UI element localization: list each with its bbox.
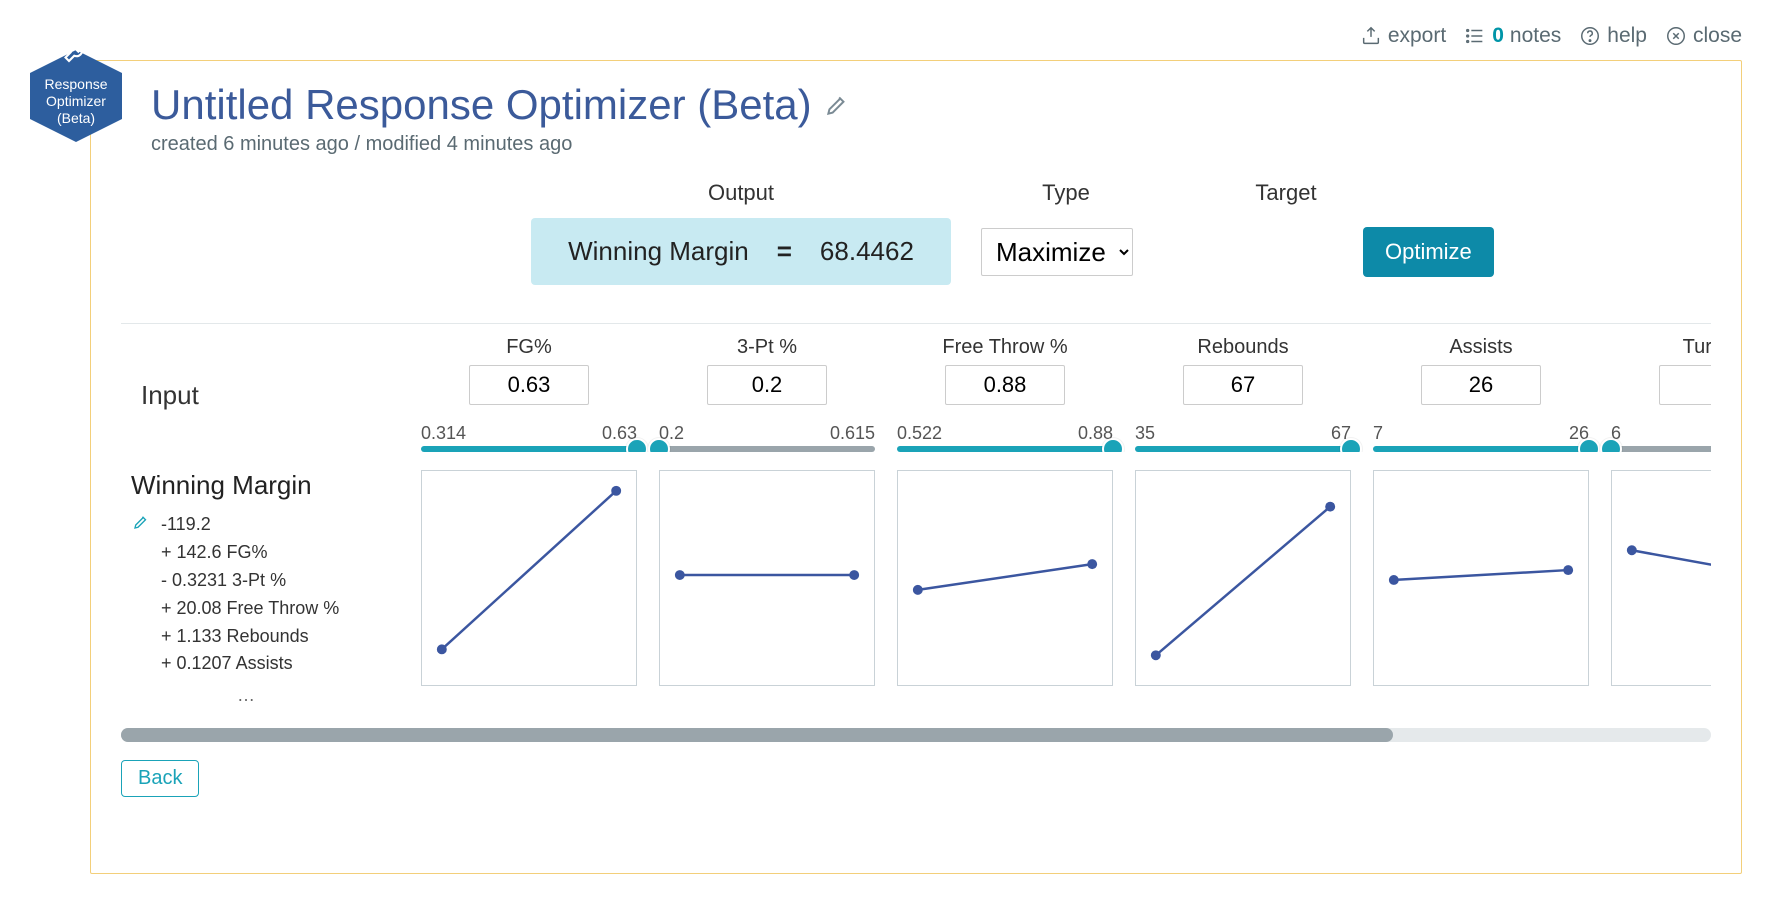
input-value-field[interactable] xyxy=(469,365,589,405)
notes-label: notes xyxy=(1510,24,1561,48)
input-name: FG% xyxy=(506,336,552,359)
export-button[interactable]: export xyxy=(1360,24,1446,48)
target-section-label: Target xyxy=(1201,180,1371,206)
slider-track[interactable] xyxy=(1135,446,1351,452)
input-section-label: Input xyxy=(121,336,311,411)
help-icon xyxy=(1579,25,1601,47)
back-button[interactable]: Back xyxy=(121,760,199,797)
formula-ellipsis: … xyxy=(161,682,331,710)
output-value: 68.4462 xyxy=(820,236,914,267)
optimize-button[interactable]: Optimize xyxy=(1363,227,1494,277)
mini-chart xyxy=(897,470,1113,686)
slider-track[interactable] xyxy=(897,446,1113,452)
type-select[interactable]: Maximize xyxy=(981,228,1133,276)
input-name: Free Throw % xyxy=(942,336,1067,359)
notes-count: 0 xyxy=(1492,24,1504,48)
list-icon xyxy=(1464,25,1486,47)
close-icon xyxy=(1665,25,1687,47)
help-label: help xyxy=(1607,24,1647,48)
slider-track[interactable] xyxy=(1611,446,1711,452)
page-title: Untitled Response Optimizer (Beta) xyxy=(151,81,812,129)
close-button[interactable]: close xyxy=(1665,24,1742,48)
type-section-label: Type xyxy=(971,180,1161,206)
badge-line1: Response xyxy=(30,76,122,93)
slider-track[interactable] xyxy=(421,446,637,452)
output-equals: = xyxy=(777,236,792,267)
formula-expression: -119.2 + 142.6 FG% - 0.3231 3-Pt % + 20.… xyxy=(161,511,339,678)
input-value-field[interactable] xyxy=(1421,365,1541,405)
export-label: export xyxy=(1388,24,1446,48)
wrench-icon xyxy=(62,40,90,68)
module-badge: Response Optimizer (Beta) xyxy=(30,40,122,142)
mini-chart xyxy=(1373,470,1589,686)
slider-max-label: 0.615 xyxy=(830,423,875,444)
help-button[interactable]: help xyxy=(1579,24,1647,48)
slider-min-label: 0.522 xyxy=(897,423,942,444)
input-name: 3-Pt % xyxy=(737,336,797,359)
slider-thumb[interactable] xyxy=(1340,438,1362,452)
slider-min-label: 0.314 xyxy=(421,423,466,444)
input-column: Rebounds3567 xyxy=(1135,336,1351,452)
formula-title: Winning Margin xyxy=(131,470,421,501)
slider-thumb[interactable] xyxy=(626,438,648,452)
notes-button[interactable]: 0 notes xyxy=(1464,24,1561,48)
slider-track[interactable] xyxy=(1373,446,1589,452)
input-name: Assists xyxy=(1449,336,1512,359)
slider-track[interactable] xyxy=(659,446,875,452)
input-value-field[interactable] xyxy=(945,365,1065,405)
input-column: Turnove6 xyxy=(1611,336,1711,452)
input-value-field[interactable] xyxy=(1659,365,1711,405)
input-name: Turnove xyxy=(1683,336,1711,359)
horizontal-scrollbar[interactable] xyxy=(121,728,1711,742)
input-value-field[interactable] xyxy=(707,365,827,405)
section-divider xyxy=(121,323,1711,324)
slider-thumb[interactable] xyxy=(1578,438,1600,452)
mini-chart xyxy=(1611,470,1711,686)
output-name: Winning Margin xyxy=(568,236,749,267)
slider-thumb[interactable] xyxy=(1102,438,1124,452)
badge-line3: (Beta) xyxy=(30,110,122,127)
output-section-label: Output xyxy=(531,180,951,206)
input-column: 3-Pt %0.20.615 xyxy=(659,336,875,452)
input-column: Free Throw %0.5220.88 xyxy=(897,336,1113,452)
mini-chart xyxy=(659,470,875,686)
timestamp-subtitle: created 6 minutes ago / modified 4 minut… xyxy=(151,133,1711,156)
input-column: Assists726 xyxy=(1373,336,1589,452)
mini-chart xyxy=(421,470,637,686)
slider-min-label: 7 xyxy=(1373,423,1383,444)
slider-min-label: 35 xyxy=(1135,423,1155,444)
scrollbar-thumb[interactable] xyxy=(121,728,1393,742)
output-display: Winning Margin = 68.4462 xyxy=(531,218,951,285)
input-name: Rebounds xyxy=(1197,336,1288,359)
export-icon xyxy=(1360,25,1382,47)
mini-chart xyxy=(1135,470,1351,686)
edit-title-icon[interactable] xyxy=(824,92,850,118)
close-label: close xyxy=(1693,24,1742,48)
input-column: FG%0.3140.63 xyxy=(421,336,637,452)
badge-line2: Optimizer xyxy=(30,93,122,110)
input-value-field[interactable] xyxy=(1183,365,1303,405)
edit-formula-icon[interactable] xyxy=(131,511,151,531)
main-panel: Untitled Response Optimizer (Beta) creat… xyxy=(90,60,1742,874)
